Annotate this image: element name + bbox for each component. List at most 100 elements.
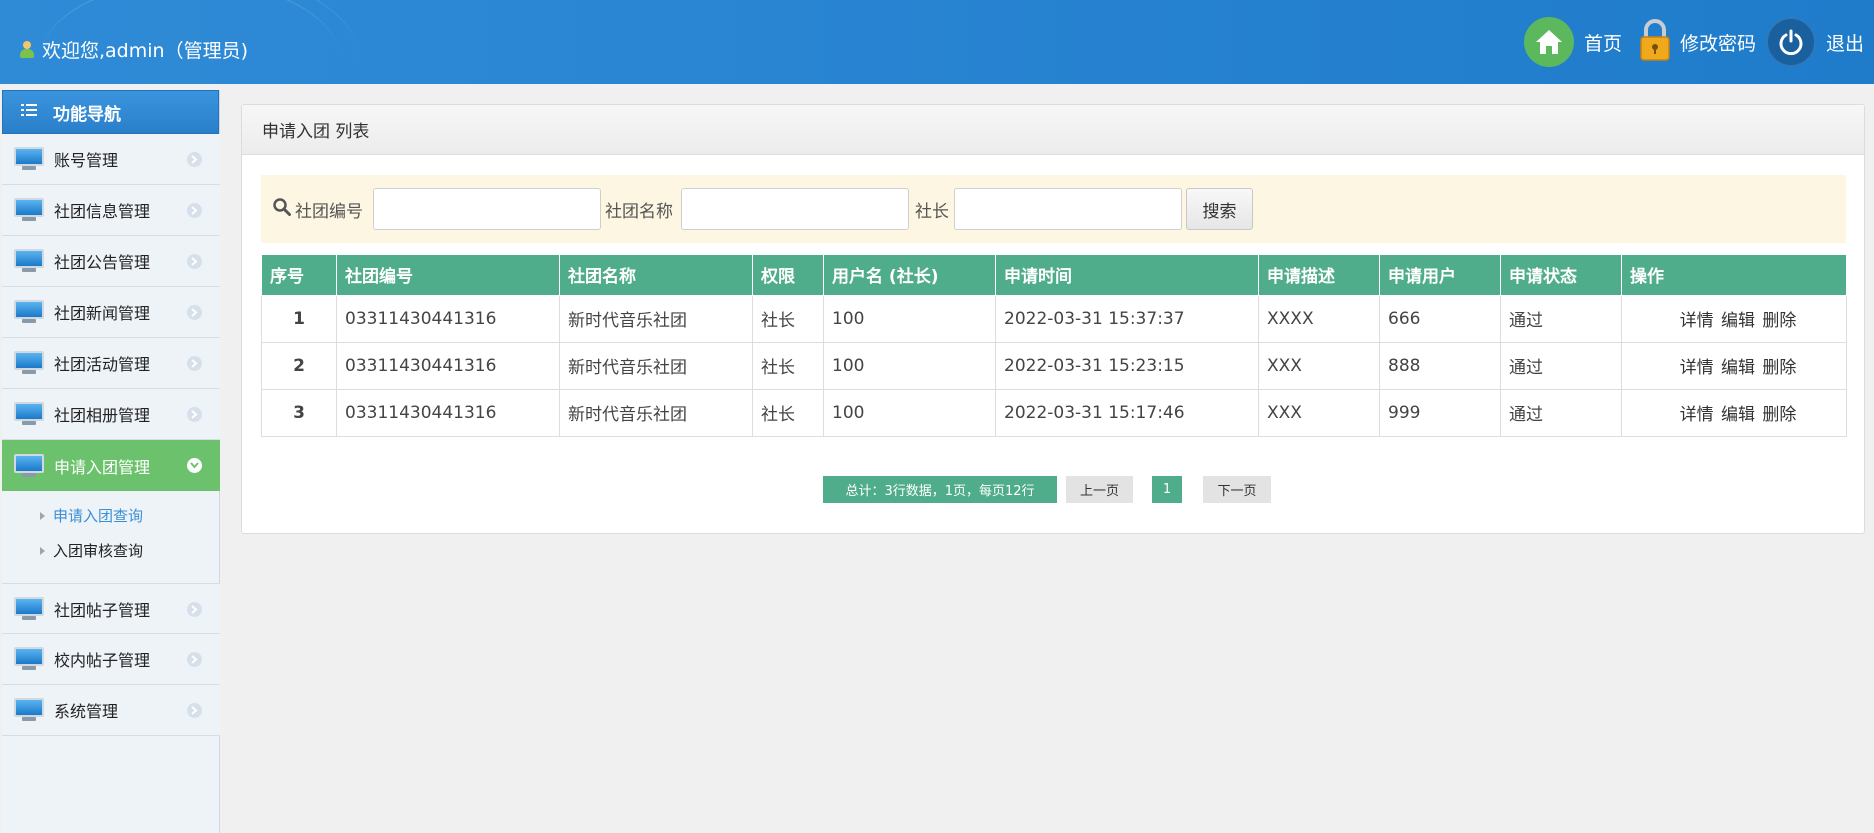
club-name-input[interactable] xyxy=(681,188,909,230)
power-icon xyxy=(1766,17,1816,67)
column-header: 序号 xyxy=(261,255,337,296)
chevron-right-icon xyxy=(187,152,202,167)
subitem-join-review[interactable]: 入团审核查询 xyxy=(2,533,220,568)
row-index: 1 xyxy=(261,294,337,343)
sidebar-item-label: 社团信息管理 xyxy=(54,202,151,221)
column-header: 申请状态 xyxy=(1500,255,1622,296)
sidebar-item-club-notice[interactable]: 社团公告管理 xyxy=(2,236,220,287)
sidebar-item-account[interactable]: 账号管理 xyxy=(2,134,220,185)
sidebar-item-system[interactable]: 系统管理 xyxy=(2,685,220,736)
status-cell: 通过 xyxy=(1500,294,1622,343)
edit-link[interactable]: 编辑 xyxy=(1721,405,1755,425)
home-button[interactable]: 首页 xyxy=(1524,0,1622,84)
monitor-icon xyxy=(14,698,44,722)
sidebar-item-club-posts[interactable]: 社团帖子管理 xyxy=(2,583,220,634)
column-header: 社团编号 xyxy=(336,255,560,296)
main-panel: 申请入团 列表 社团编号 社团名称 社长 搜索 序号 社团编号 社团名称 权限 … xyxy=(241,104,1865,534)
edit-link[interactable]: 编辑 xyxy=(1721,358,1755,378)
apply-time-cell: 2022-03-31 15:23:15 xyxy=(995,341,1259,390)
home-label: 首页 xyxy=(1584,32,1623,55)
detail-link[interactable]: 详情 xyxy=(1680,358,1714,378)
sidebar-item-label: 社团帖子管理 xyxy=(54,600,151,620)
monitor-icon xyxy=(14,453,44,478)
chevron-right-icon xyxy=(187,203,202,218)
club-name-cell: 新时代音乐社团 xyxy=(559,294,753,343)
column-header: 社团名称 xyxy=(559,255,753,296)
role-cell: 社长 xyxy=(752,341,824,390)
search-icon xyxy=(273,198,291,216)
club-code-input[interactable] xyxy=(373,188,601,230)
column-header: 操作 xyxy=(1621,255,1847,296)
panel-header: 申请入团 列表 xyxy=(242,105,1864,155)
club-code-cell: 03311430441316 xyxy=(336,341,560,390)
sidebar: 功能导航 账号管理 社团信息管理 社团公告管理 社团新闻管理 社团活动管理 社团… xyxy=(2,90,220,833)
apply-time-cell: 2022-03-31 15:37:37 xyxy=(995,294,1259,343)
sidebar-item-label: 系统管理 xyxy=(54,702,119,721)
club-name-label: 社团名称 xyxy=(605,202,673,222)
subitem-join-query[interactable]: 申请入团查询 xyxy=(2,498,220,533)
welcome-text: 欢迎您,admin（管理员) xyxy=(42,40,248,62)
sidebar-item-label: 校内帖子管理 xyxy=(54,651,151,670)
chevron-right-icon xyxy=(187,356,202,371)
nav-title-text: 功能导航 xyxy=(53,104,121,125)
home-icon xyxy=(1524,17,1574,67)
sidebar-item-club-info[interactable]: 社团信息管理 xyxy=(2,185,220,236)
actions-cell: 详情 编辑 删除 xyxy=(1621,388,1847,437)
sidebar-item-campus-posts[interactable]: 校内帖子管理 xyxy=(2,634,220,685)
logout-label: 退出 xyxy=(1826,32,1865,55)
chevron-down-icon xyxy=(187,458,202,473)
monitor-icon xyxy=(14,402,44,426)
club-code-label: 社团编号 xyxy=(295,202,363,222)
sidebar-item-label: 申请入团管理 xyxy=(54,457,151,477)
delete-link[interactable]: 删除 xyxy=(1762,405,1796,425)
sidebar-item-label: 社团活动管理 xyxy=(54,355,151,374)
description-cell: XXX xyxy=(1258,341,1380,390)
role-cell: 社长 xyxy=(752,388,824,437)
pagination-summary: 总计：3行数据，1页，每页12行 xyxy=(823,476,1057,503)
sidebar-item-club-activity[interactable]: 社团活动管理 xyxy=(2,338,220,389)
club-name-cell: 新时代音乐社团 xyxy=(559,388,753,437)
user-icon xyxy=(20,41,34,58)
row-index: 3 xyxy=(261,388,337,437)
search-button[interactable]: 搜索 xyxy=(1186,188,1253,230)
table-row: 3 03311430441316 新时代音乐社团 社长 100 2022-03-… xyxy=(261,388,1847,437)
change-password-button[interactable]: 修改密码 xyxy=(1638,0,1756,84)
username-cell: 100 xyxy=(823,294,996,343)
sidebar-item-label: 社团相册管理 xyxy=(54,406,151,425)
sidebar-item-join-application[interactable]: 申请入团管理 xyxy=(2,440,220,491)
subitem-label: 入团审核查询 xyxy=(53,542,144,560)
top-header: 欢迎您,admin（管理员) 首页 修改密码 退出 xyxy=(0,0,1874,84)
applicant-cell: 666 xyxy=(1379,294,1501,343)
username-cell: 100 xyxy=(823,388,996,437)
chevron-right-icon xyxy=(187,305,202,320)
club-code-cell: 03311430441316 xyxy=(336,294,560,343)
detail-link[interactable]: 详情 xyxy=(1680,405,1714,425)
delete-link[interactable]: 删除 xyxy=(1762,358,1796,378)
list-icon xyxy=(21,102,37,122)
search-bar: 社团编号 社团名称 社长 搜索 xyxy=(261,175,1846,243)
chevron-right-icon xyxy=(187,602,202,617)
monitor-icon xyxy=(14,647,44,671)
sidebar-item-club-album[interactable]: 社团相册管理 xyxy=(2,389,220,440)
chevron-right-icon xyxy=(187,652,202,667)
logout-button[interactable]: 退出 xyxy=(1766,0,1864,84)
prev-page-button[interactable]: 上一页 xyxy=(1066,476,1133,503)
sidebar-item-club-news[interactable]: 社团新闻管理 xyxy=(2,287,220,338)
change-password-label: 修改密码 xyxy=(1680,32,1757,55)
delete-link[interactable]: 删除 xyxy=(1762,311,1796,331)
monitor-icon xyxy=(14,351,44,375)
status-cell: 通过 xyxy=(1500,341,1622,390)
chevron-right-icon xyxy=(187,254,202,269)
username-cell: 100 xyxy=(823,341,996,390)
chevron-right-icon xyxy=(187,703,202,718)
current-page-button[interactable]: 1 xyxy=(1152,476,1182,503)
monitor-icon xyxy=(14,249,44,273)
sidebar-item-label: 社团公告管理 xyxy=(54,253,151,272)
table-header-row: 序号 社团编号 社团名称 权限 用户名 (社长) 申请时间 申请描述 申请用户 … xyxy=(261,255,1847,296)
next-page-button[interactable]: 下一页 xyxy=(1203,476,1271,503)
edit-link[interactable]: 编辑 xyxy=(1721,311,1755,331)
detail-link[interactable]: 详情 xyxy=(1680,311,1714,331)
leader-input[interactable] xyxy=(954,188,1182,230)
applicant-cell: 888 xyxy=(1379,341,1501,390)
row-index: 2 xyxy=(261,341,337,390)
